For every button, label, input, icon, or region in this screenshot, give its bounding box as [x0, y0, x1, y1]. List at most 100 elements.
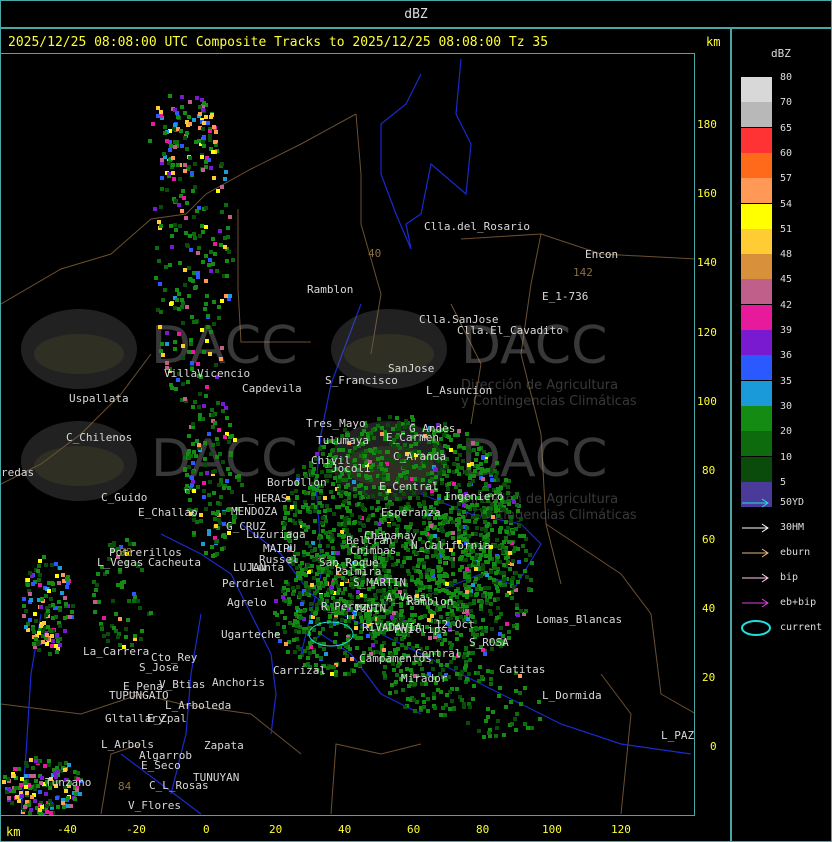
- place-label: Perdriel: [222, 577, 275, 590]
- legend-level-label: 35: [780, 375, 793, 387]
- place-label: C_Guido: [101, 491, 148, 504]
- legend-swatch: [741, 456, 772, 482]
- place-label: JUNIN: [353, 602, 387, 615]
- legend-level-label: 10: [780, 451, 793, 463]
- legend-level-label: 30: [780, 400, 793, 412]
- current-cell-icon: [741, 620, 771, 636]
- track-legend-label: eb+bip: [780, 597, 817, 608]
- track-arrow-icon: [742, 523, 769, 533]
- legend-swatch: [741, 152, 772, 178]
- place-label: L_Arboleda: [165, 699, 232, 712]
- legend-level-label: 5: [780, 476, 787, 488]
- x-tick: -20: [126, 823, 146, 836]
- y-tick: 20: [702, 671, 716, 684]
- km-label-bottom: km: [6, 825, 21, 839]
- y-tick: 180: [697, 118, 717, 131]
- y-tick: 100: [697, 395, 717, 408]
- track-legend-label: 30HM: [780, 522, 805, 533]
- legend-swatch: [741, 102, 772, 128]
- legend-title: dBZ: [771, 47, 791, 60]
- place-label: Jocoli: [331, 462, 371, 475]
- x-tick: 20: [269, 823, 283, 836]
- place-label: Catitas: [499, 663, 546, 676]
- place-label: E_1-736: [542, 290, 589, 303]
- legend-swatch: [741, 228, 772, 254]
- route-annotation: 84: [118, 780, 132, 793]
- legend-level-label: 51: [780, 223, 793, 235]
- title-bar: dBZ: [0, 0, 832, 28]
- place-label: V_Flores: [128, 799, 181, 812]
- y-tick: 0: [710, 740, 717, 753]
- place-label: TUNUYAN: [193, 771, 240, 784]
- legend-level-label: 60: [780, 147, 793, 159]
- place-label: Palmira: [335, 565, 382, 578]
- legend-level-label: 80: [780, 72, 793, 83]
- track-legend-label: eburn: [780, 547, 811, 558]
- track-legend-label: bip: [780, 572, 799, 583]
- place-label: Beltran: [346, 534, 393, 547]
- legend-swatch: [741, 431, 772, 457]
- place-label: Anchoris: [212, 676, 265, 689]
- place-label: Tulumaya: [316, 434, 369, 447]
- legend-swatch: [741, 279, 772, 305]
- x-tick: 60: [407, 823, 421, 836]
- x-tick: 80: [476, 823, 490, 836]
- x-tick: -40: [57, 823, 77, 836]
- place-label: S_Jose: [139, 661, 179, 674]
- legend-swatch: [741, 77, 772, 102]
- place-label: Ramblon: [407, 595, 454, 608]
- place-label: Borbollon: [267, 476, 327, 489]
- legend-level-label: 57: [780, 173, 793, 185]
- place-label: Tres_Mayo: [306, 417, 366, 430]
- place-label: L_HERAS: [241, 492, 288, 505]
- legend-level-label: 48: [780, 249, 793, 261]
- place-label: Central: [415, 647, 462, 660]
- x-tick: 40: [338, 823, 352, 836]
- legend-swatch: [741, 355, 772, 381]
- track-arrow-icon: [742, 598, 769, 608]
- y-tick: 140: [697, 256, 717, 269]
- place-label: Tunzano: [45, 776, 92, 789]
- legend-swatch: [741, 254, 772, 280]
- place-label: N_California: [411, 539, 491, 552]
- place-label: E_Seco: [141, 759, 181, 772]
- legend-swatch: [741, 178, 772, 204]
- place-label: Uspallata: [69, 392, 129, 405]
- place-label: Ingeniero: [444, 490, 504, 503]
- place-label: Cacheuta: [148, 556, 201, 569]
- place-label: E_Zpal: [147, 712, 187, 725]
- place-label: Carrizal: [273, 664, 326, 677]
- legend-swatch: [741, 304, 772, 330]
- place-label: Luzuriaga: [246, 528, 306, 541]
- place-label: C_Chilenos: [66, 431, 133, 444]
- legend-level-label: 65: [780, 122, 793, 134]
- place-label: E_Central: [379, 480, 439, 493]
- place-label: MENDOZA: [231, 505, 278, 518]
- place-label: S_Francisco: [325, 374, 398, 387]
- legend-swatch: [741, 203, 772, 229]
- x-tick: 0: [203, 823, 210, 836]
- place-label: Capdevila: [242, 382, 302, 395]
- composite-header: 2025/12/25 08:08:00 UTC Composite Tracks…: [8, 35, 549, 50]
- legend-level-label: 39: [780, 325, 793, 336]
- place-label: Lomas_Blancas: [536, 613, 623, 626]
- place-label: E_Challao: [138, 506, 198, 519]
- place-label: C_Aranda: [393, 450, 446, 463]
- route-annotation: 88: [119, 546, 133, 559]
- legend-level-label: 20: [780, 426, 793, 438]
- place-label: V_Btias: [159, 678, 206, 691]
- place-label: Esperanza: [381, 506, 441, 519]
- legend-swatch: [741, 127, 772, 153]
- radar-map[interactable]: DACC DACC DACC DACC Dirección de Agricul…: [0, 53, 695, 816]
- legend-swatch: [741, 330, 772, 355]
- place-label: L_Asuncion: [426, 384, 493, 397]
- route-annotation: 40: [368, 247, 382, 260]
- place-label: S_ROSA: [469, 636, 509, 649]
- legend-swatch: [741, 405, 772, 431]
- place-label: VillaVicencio: [164, 367, 251, 380]
- place-label: Ramblon: [307, 283, 354, 296]
- track-arrow-icon: [742, 548, 769, 558]
- window-title: dBZ: [404, 7, 428, 22]
- y-tick: 40: [702, 602, 716, 615]
- legend-level-label: 54: [780, 198, 793, 210]
